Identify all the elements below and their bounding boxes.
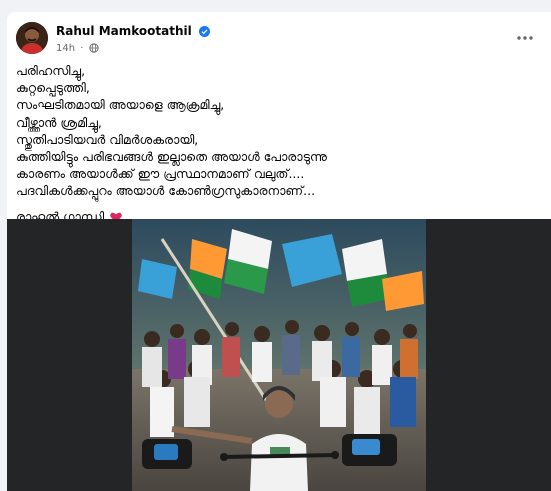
post-media[interactable] bbox=[7, 219, 551, 491]
meta-separator: · bbox=[80, 43, 84, 54]
post-header: Rahul Mamkootathil 14h · bbox=[16, 22, 551, 56]
post-text-line: കുറ്റപ്പെടുത്തി, bbox=[16, 80, 90, 96]
post-card: Rahul Mamkootathil 14h · പരിഹസിച്ചു, കുറ… bbox=[7, 12, 551, 491]
verified-badge-icon bbox=[198, 26, 210, 40]
author-name[interactable]: Rahul Mamkootathil bbox=[56, 24, 210, 40]
post-photo[interactable] bbox=[132, 219, 426, 491]
post-meta: 14h · bbox=[56, 43, 99, 56]
author-avatar[interactable] bbox=[16, 22, 48, 54]
more-options-icon[interactable] bbox=[513, 28, 537, 48]
post-text: പരിഹസിച്ചു, കുറ്റപ്പെടുത്തി, സംഘടിതമായി … bbox=[16, 62, 543, 227]
post-text-line: പദവികൾക്കപ്പുറം അയാൾ കോൺഗ്രസുകാരനാണ്... bbox=[16, 183, 316, 199]
post-text-line: വീഴ്ത്താൻ ശ്രമിച്ചു, bbox=[16, 114, 102, 130]
globe-icon[interactable] bbox=[88, 43, 99, 56]
post-timestamp[interactable]: 14h bbox=[56, 43, 75, 54]
rally-photo-illustration bbox=[132, 219, 426, 491]
post-text-line: പരിഹസിച്ചു, bbox=[16, 63, 86, 78]
author-name-text[interactable]: Rahul Mamkootathil bbox=[56, 24, 192, 38]
post-text-line: സംഘടിതമായി അയാളെ ആക്രമിച്ചു, bbox=[16, 97, 225, 113]
post-text-line: സ്തുതിപാടിയവർ വിമർശകരായി, bbox=[16, 131, 199, 147]
post-text-line: കുത്തിയിട്ടും പരിഭവങ്ങൾ ഇല്ലാതെ അയാൾ പോര… bbox=[16, 149, 327, 165]
post-text-line: കാരണം അയാൾക്ക് ഈ പ്രസ്ഥാനമാണ് വലുത്.... bbox=[16, 166, 305, 182]
